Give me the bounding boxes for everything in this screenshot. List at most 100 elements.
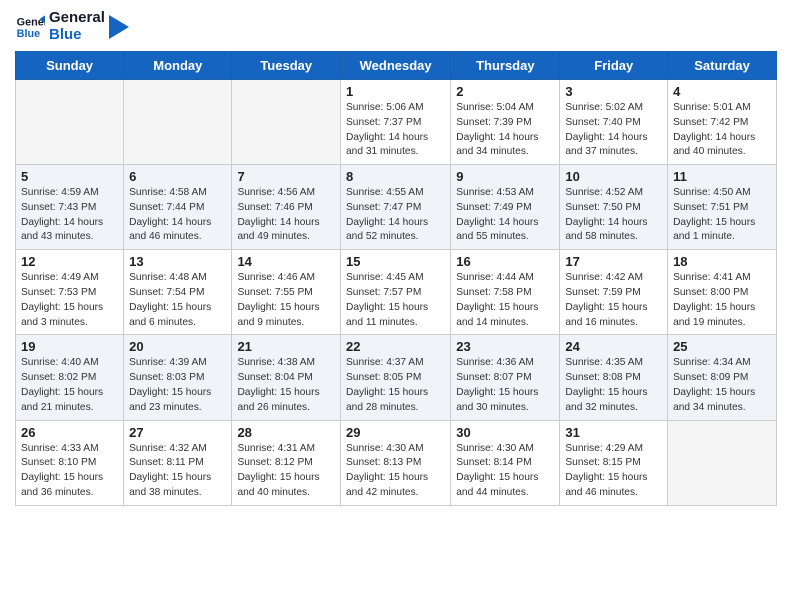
- calendar-cell: 16 Sunrise: 4:44 AM Sunset: 7:58 PM Dayli…: [451, 250, 560, 335]
- calendar-cell: [124, 80, 232, 165]
- calendar-week-row: 1 Sunrise: 5:06 AM Sunset: 7:37 PM Daylig…: [16, 80, 777, 165]
- day-info: Sunrise: 4:52 AM Sunset: 7:50 PM Dayligh…: [565, 186, 662, 245]
- calendar-cell: 12 Sunrise: 4:49 AM Sunset: 7:53 PM Dayli…: [16, 250, 124, 335]
- day-info: Sunrise: 4:34 AM Sunset: 8:09 PM Dayligh…: [673, 356, 771, 415]
- calendar-cell: 25 Sunrise: 4:34 AM Sunset: 8:09 PM Dayli…: [668, 335, 777, 420]
- page: General Blue General Blue SundayMondayTu…: [0, 0, 792, 612]
- day-number: 30: [456, 425, 554, 440]
- calendar-cell: 17 Sunrise: 4:42 AM Sunset: 7:59 PM Dayli…: [560, 250, 668, 335]
- day-number: 10: [565, 169, 662, 184]
- day-number: 1: [346, 84, 445, 99]
- calendar-cell: 20Sunrise: 4:39 AM Sunset: 8:03 PM Dayli…: [124, 335, 232, 420]
- calendar-day-header: Wednesday: [341, 52, 451, 80]
- calendar-cell: 28 Sunrise: 4:31 AM Sunset: 8:12 PM Dayli…: [232, 420, 341, 505]
- day-info: Sunrise: 4:37 AM Sunset: 8:05 PM Dayligh…: [346, 356, 445, 415]
- day-number: 2: [456, 84, 554, 99]
- calendar-cell: 22 Sunrise: 4:37 AM Sunset: 8:05 PM Dayli…: [341, 335, 451, 420]
- calendar-cell: 3 Sunrise: 5:02 AM Sunset: 7:40 PM Daylig…: [560, 80, 668, 165]
- day-info: Sunrise: 5:02 AM Sunset: 7:40 PM Dayligh…: [565, 101, 662, 160]
- calendar-day-header: Tuesday: [232, 52, 341, 80]
- day-number: 25: [673, 339, 771, 354]
- day-number: 22: [346, 339, 445, 354]
- calendar-week-row: 12 Sunrise: 4:49 AM Sunset: 7:53 PM Dayli…: [16, 250, 777, 335]
- day-number: 31: [565, 425, 662, 440]
- day-info: Sunrise: 4:38 AM Sunset: 8:04 PM Dayligh…: [237, 356, 335, 415]
- day-number: 24: [565, 339, 662, 354]
- day-number: 23: [456, 339, 554, 354]
- calendar-cell: 5 Sunrise: 4:59 AM Sunset: 7:43 PM Daylig…: [16, 165, 124, 250]
- day-number: 16: [456, 254, 554, 269]
- day-info: Sunrise: 4:33 AM Sunset: 8:10 PM Dayligh…: [21, 442, 118, 501]
- day-number: 18: [673, 254, 771, 269]
- day-info: Sunrise: 4:59 AM Sunset: 7:43 PM Dayligh…: [21, 186, 118, 245]
- day-info: Sunrise: 4:29 AM Sunset: 8:15 PM Dayligh…: [565, 442, 662, 501]
- calendar-cell: 8 Sunrise: 4:55 AM Sunset: 7:47 PM Daylig…: [341, 165, 451, 250]
- day-info: Sunrise: 4:30 AM Sunset: 8:13 PM Dayligh…: [346, 442, 445, 501]
- day-number: 14: [237, 254, 335, 269]
- calendar-cell: 14Sunrise: 4:46 AM Sunset: 7:55 PM Dayli…: [232, 250, 341, 335]
- day-info: Sunrise: 4:45 AM Sunset: 7:57 PM Dayligh…: [346, 271, 445, 330]
- day-number: 12: [21, 254, 118, 269]
- calendar-day-header: Friday: [560, 52, 668, 80]
- calendar-day-header: Saturday: [668, 52, 777, 80]
- day-number: 26: [21, 425, 118, 440]
- day-info: Sunrise: 4:56 AM Sunset: 7:46 PM Dayligh…: [237, 186, 335, 245]
- calendar-cell: 4 Sunrise: 5:01 AM Sunset: 7:42 PM Daylig…: [668, 80, 777, 165]
- day-info: Sunrise: 4:49 AM Sunset: 7:53 PM Dayligh…: [21, 271, 118, 330]
- day-number: 15: [346, 254, 445, 269]
- day-info: Sunrise: 4:42 AM Sunset: 7:59 PM Dayligh…: [565, 271, 662, 330]
- day-number: 21: [237, 339, 335, 354]
- calendar-cell: 6 Sunrise: 4:58 AM Sunset: 7:44 PM Daylig…: [124, 165, 232, 250]
- day-number: 8: [346, 169, 445, 184]
- logo-subtext: Blue: [49, 27, 105, 44]
- calendar-week-row: 26 Sunrise: 4:33 AM Sunset: 8:10 PM Dayli…: [16, 420, 777, 505]
- day-number: 4: [673, 84, 771, 99]
- day-info: Sunrise: 4:40 AM Sunset: 8:02 PM Dayligh…: [21, 356, 118, 415]
- calendar-cell: 24Sunrise: 4:35 AM Sunset: 8:08 PM Dayli…: [560, 335, 668, 420]
- calendar-cell: 2Sunrise: 5:04 AM Sunset: 7:39 PM Daylig…: [451, 80, 560, 165]
- calendar-cell: 21 Sunrise: 4:38 AM Sunset: 8:04 PM Dayli…: [232, 335, 341, 420]
- day-info: Sunrise: 5:06 AM Sunset: 7:37 PM Dayligh…: [346, 101, 445, 160]
- calendar-header-row: SundayMondayTuesdayWednesdayThursdayFrid…: [16, 52, 777, 80]
- calendar-week-row: 19Sunrise: 4:40 AM Sunset: 8:02 PM Dayli…: [16, 335, 777, 420]
- calendar-week-row: 5 Sunrise: 4:59 AM Sunset: 7:43 PM Daylig…: [16, 165, 777, 250]
- header: General Blue General Blue: [15, 10, 777, 43]
- day-info: Sunrise: 4:31 AM Sunset: 8:12 PM Dayligh…: [237, 442, 335, 501]
- day-info: Sunrise: 4:55 AM Sunset: 7:47 PM Dayligh…: [346, 186, 445, 245]
- calendar-cell: [232, 80, 341, 165]
- day-info: Sunrise: 4:53 AM Sunset: 7:49 PM Dayligh…: [456, 186, 554, 245]
- day-number: 17: [565, 254, 662, 269]
- day-number: 7: [237, 169, 335, 184]
- day-info: Sunrise: 4:36 AM Sunset: 8:07 PM Dayligh…: [456, 356, 554, 415]
- day-info: Sunrise: 4:50 AM Sunset: 7:51 PM Dayligh…: [673, 186, 771, 245]
- calendar-cell: 7 Sunrise: 4:56 AM Sunset: 7:46 PM Daylig…: [232, 165, 341, 250]
- calendar-table: SundayMondayTuesdayWednesdayThursdayFrid…: [15, 51, 777, 506]
- day-number: 28: [237, 425, 335, 440]
- day-info: Sunrise: 4:39 AM Sunset: 8:03 PM Dayligh…: [129, 356, 226, 415]
- day-info: Sunrise: 4:58 AM Sunset: 7:44 PM Dayligh…: [129, 186, 226, 245]
- calendar-cell: [668, 420, 777, 505]
- calendar-cell: 30 Sunrise: 4:30 AM Sunset: 8:14 PM Dayli…: [451, 420, 560, 505]
- calendar-day-header: Thursday: [451, 52, 560, 80]
- calendar-cell: 31 Sunrise: 4:29 AM Sunset: 8:15 PM Dayli…: [560, 420, 668, 505]
- day-info: Sunrise: 4:32 AM Sunset: 8:11 PM Dayligh…: [129, 442, 226, 501]
- day-number: 3: [565, 84, 662, 99]
- calendar-cell: 9Sunrise: 4:53 AM Sunset: 7:49 PM Daylig…: [451, 165, 560, 250]
- day-number: 6: [129, 169, 226, 184]
- calendar-cell: 18Sunrise: 4:41 AM Sunset: 8:00 PM Dayli…: [668, 250, 777, 335]
- logo-text: General: [49, 10, 105, 27]
- logo: General Blue General Blue: [15, 10, 129, 43]
- day-number: 27: [129, 425, 226, 440]
- calendar-cell: 19Sunrise: 4:40 AM Sunset: 8:02 PM Dayli…: [16, 335, 124, 420]
- logo-icon: General Blue: [15, 12, 45, 42]
- day-number: 5: [21, 169, 118, 184]
- day-info: Sunrise: 5:01 AM Sunset: 7:42 PM Dayligh…: [673, 101, 771, 160]
- calendar-cell: 1 Sunrise: 5:06 AM Sunset: 7:37 PM Daylig…: [341, 80, 451, 165]
- calendar-cell: 26 Sunrise: 4:33 AM Sunset: 8:10 PM Dayli…: [16, 420, 124, 505]
- day-info: Sunrise: 4:30 AM Sunset: 8:14 PM Dayligh…: [456, 442, 554, 501]
- svg-text:General: General: [17, 16, 45, 28]
- calendar-day-header: Monday: [124, 52, 232, 80]
- calendar-cell: 29Sunrise: 4:30 AM Sunset: 8:13 PM Dayli…: [341, 420, 451, 505]
- svg-text:Blue: Blue: [17, 28, 40, 40]
- day-info: Sunrise: 4:44 AM Sunset: 7:58 PM Dayligh…: [456, 271, 554, 330]
